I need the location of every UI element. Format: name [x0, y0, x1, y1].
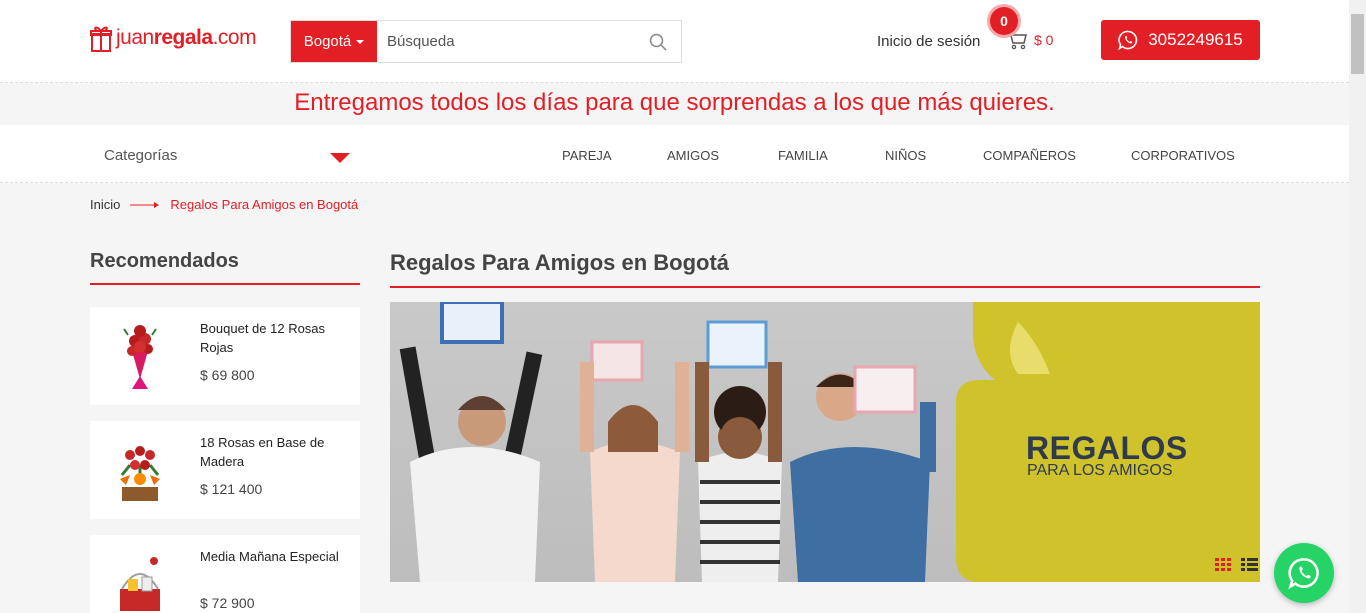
search-bar: Bogotá: [290, 20, 682, 63]
nav-item-ninos[interactable]: NIÑOS: [885, 148, 926, 163]
page-scrollbar[interactable]: [1349, 0, 1366, 613]
product-name: Bouquet de 12 Rosas Rojas: [200, 321, 326, 355]
nav-item-pareja[interactable]: PAREJA: [562, 148, 612, 163]
site-logo[interactable]: juanregala.com: [90, 24, 257, 52]
site-header: juanregala.com Bogotá Inicio de sesión $…: [0, 0, 1349, 83]
announcement-banner: Entregamos todos los días para que sorpr…: [0, 84, 1349, 125]
rose-bouquet-image: [123, 325, 157, 389]
search-input[interactable]: [377, 21, 635, 62]
arrow-right-icon: [130, 201, 160, 209]
logo-text: juanregala.com: [116, 26, 257, 49]
whatsapp-icon: [1288, 558, 1319, 589]
nav-item-amigos[interactable]: AMIGOS: [667, 148, 719, 163]
list-view-icon[interactable]: [1241, 558, 1258, 576]
sidebar-title: Recomendados: [90, 250, 360, 285]
grid-view-icon[interactable]: [1215, 558, 1232, 576]
breakfast-basket-image: [120, 557, 160, 611]
product-price: $ 69 800: [200, 367, 255, 383]
breadcrumb-current: Regalos Para Amigos en Bogotá: [170, 197, 359, 212]
promo-banner: REGALOS PARA LOS AMIGOS: [390, 302, 1260, 582]
city-dropdown-button[interactable]: Bogotá: [291, 21, 377, 62]
breadcrumb-home[interactable]: Inicio: [90, 197, 120, 212]
nav-item-corporativos[interactable]: CORPORATIVOS: [1131, 148, 1235, 163]
product-card[interactable]: Media Mañana Especial $ 72 900: [90, 535, 360, 613]
cart-count-badge: 0: [990, 7, 1018, 35]
product-price: $ 72 900: [200, 595, 255, 611]
caret-down-icon: [356, 39, 365, 44]
product-name: 18 Rosas en Base de Madera: [200, 435, 325, 469]
page-title: Regalos Para Amigos en Bogotá: [390, 250, 1260, 288]
product-price: $ 121 400: [200, 481, 263, 497]
whatsapp-contact-button[interactable]: 3052249615: [1101, 20, 1260, 60]
roses-wood-base-image: [120, 446, 160, 501]
product-card[interactable]: 18 Rosas en Base de Madera $ 121 400: [90, 421, 360, 519]
login-link[interactable]: Inicio de sesión: [877, 33, 980, 50]
nav-item-companeros[interactable]: COMPAÑEROS: [983, 148, 1076, 163]
banner-subheading: PARA LOS AMIGOS: [1027, 462, 1173, 479]
scrollbar-thumb[interactable]: [1351, 14, 1364, 74]
whatsapp-number: 3052249615: [1148, 30, 1243, 49]
floating-whatsapp-button[interactable]: [1274, 543, 1334, 603]
whatsapp-icon: [1118, 30, 1138, 50]
breadcrumb: Inicio Regalos Para Amigos en Bogotá: [90, 197, 358, 212]
product-card[interactable]: Bouquet de 12 Rosas Rojas $ 69 800: [90, 307, 360, 405]
nav-item-familia[interactable]: FAMILIA: [778, 148, 828, 163]
cart-button[interactable]: $ 0: [1006, 30, 1053, 50]
city-label: Bogotá: [303, 33, 352, 50]
categories-dropdown[interactable]: Categorías: [104, 147, 177, 164]
product-name: Media Mañana Especial: [200, 549, 339, 564]
main-nav: Categorías PAREJA AMIGOS FAMILIA NIÑOS C…: [0, 125, 1349, 183]
triangle-down-icon[interactable]: [330, 153, 350, 163]
search-icon[interactable]: [635, 21, 681, 62]
cart-total: $ 0: [1034, 32, 1054, 48]
gift-logo-icon: [90, 26, 112, 52]
